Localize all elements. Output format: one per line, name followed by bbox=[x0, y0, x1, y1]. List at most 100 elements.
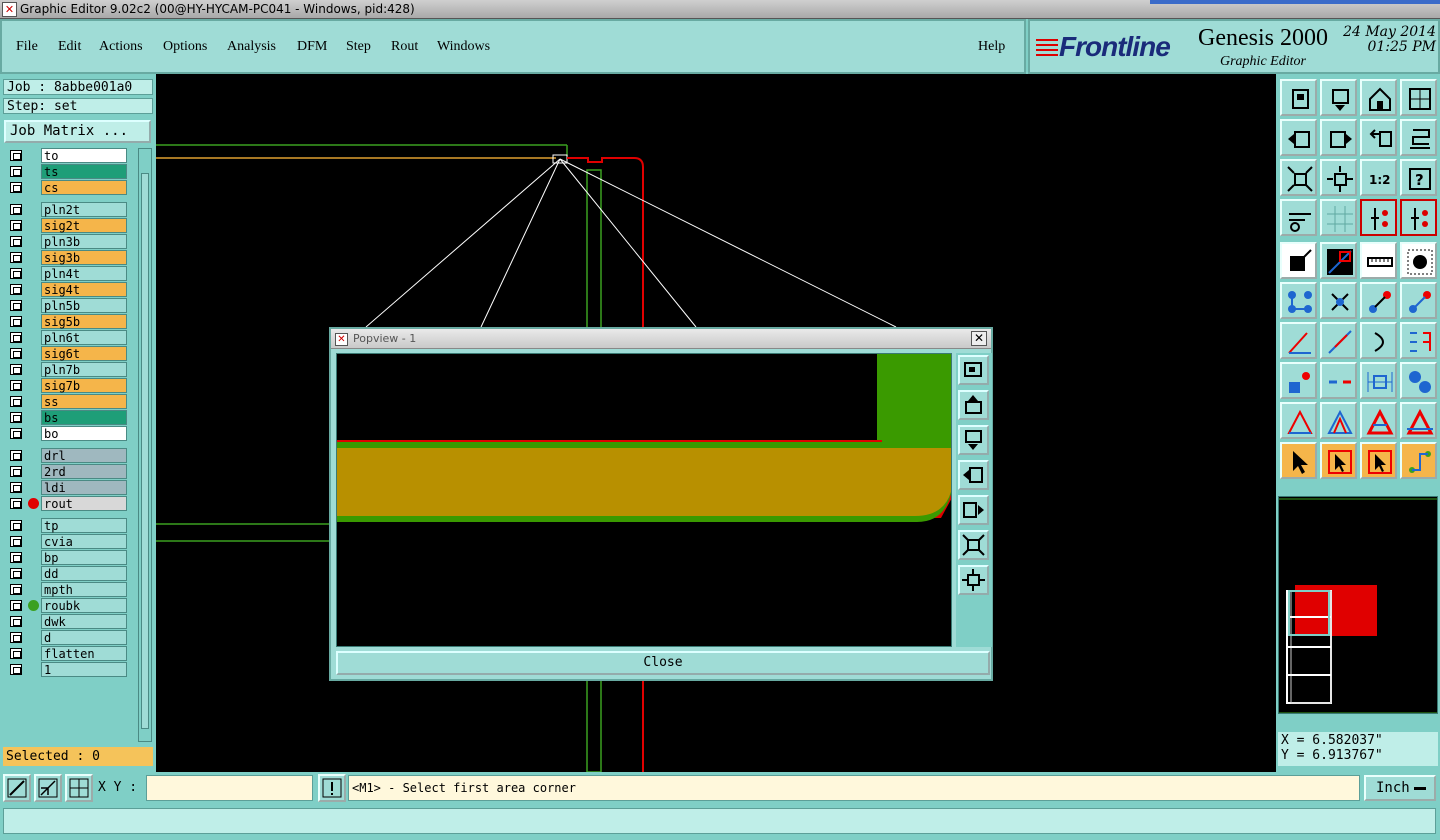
layer-checkbox[interactable] bbox=[10, 482, 22, 493]
split-line-button[interactable] bbox=[1320, 362, 1357, 399]
layer-row-sig3b[interactable]: sig3b bbox=[4, 250, 128, 265]
layer-checkbox[interactable] bbox=[10, 584, 22, 595]
scrollbar-thumb[interactable] bbox=[141, 173, 149, 729]
layer-name[interactable]: bp bbox=[41, 550, 127, 565]
layer-name[interactable]: pln5b bbox=[41, 298, 127, 313]
move-button[interactable] bbox=[1360, 282, 1397, 319]
layer-row-ts[interactable]: ts bbox=[4, 164, 128, 179]
layer-name[interactable]: 1 bbox=[41, 662, 127, 677]
zoom-in-button[interactable] bbox=[1320, 159, 1357, 196]
grid-button[interactable] bbox=[1320, 199, 1357, 236]
menu-help[interactable]: Help bbox=[978, 39, 1005, 55]
ruler-button[interactable] bbox=[1360, 242, 1397, 279]
layer-name[interactable]: pln2t bbox=[41, 202, 127, 217]
layer-checkbox[interactable] bbox=[10, 364, 22, 375]
layer-checkbox[interactable] bbox=[10, 616, 22, 627]
layer-row-to[interactable]: to bbox=[4, 148, 128, 163]
menu-windows[interactable]: Windows bbox=[437, 39, 490, 55]
layer-row-2rd[interactable]: 2rd bbox=[4, 464, 128, 479]
layer-row-sig4t[interactable]: sig4t bbox=[4, 282, 128, 297]
layer-row-1[interactable]: 1 bbox=[4, 662, 128, 677]
layer-name[interactable]: sig3b bbox=[41, 250, 127, 265]
layer-checkbox[interactable] bbox=[10, 412, 22, 423]
pick-color-button[interactable] bbox=[1280, 242, 1317, 279]
layer-name[interactable]: pln3b bbox=[41, 234, 127, 249]
menu-actions[interactable]: Actions bbox=[99, 39, 143, 55]
job-matrix-button[interactable]: Job Matrix ... bbox=[4, 120, 151, 143]
layer-row-pln3b[interactable]: pln3b bbox=[4, 234, 128, 249]
unit-selector[interactable]: Inch bbox=[1364, 775, 1436, 801]
layer-checkbox[interactable] bbox=[10, 166, 22, 177]
layer-name[interactable]: sig6t bbox=[41, 346, 127, 361]
layer-name[interactable]: flatten bbox=[41, 646, 127, 661]
layer-checkbox[interactable] bbox=[10, 664, 22, 675]
menu-analysis[interactable]: Analysis bbox=[227, 39, 276, 55]
layer-name[interactable]: cvia bbox=[41, 534, 127, 549]
layer-name[interactable]: ts bbox=[41, 164, 127, 179]
copy-button[interactable] bbox=[1400, 282, 1437, 319]
layer-row-mpth[interactable]: mpth bbox=[4, 582, 128, 597]
layer-row-roubk[interactable]: roubk bbox=[4, 598, 128, 613]
popview-zoom-in-button[interactable] bbox=[958, 565, 989, 595]
pan-left-button[interactable] bbox=[1280, 119, 1317, 156]
layer-row-cvia[interactable]: cvia bbox=[4, 534, 128, 549]
menu-rout[interactable]: Rout bbox=[391, 39, 418, 55]
layer-row-drl[interactable]: drl bbox=[4, 448, 128, 463]
layer-name[interactable]: sig5b bbox=[41, 314, 127, 329]
measure-gap-button[interactable] bbox=[1360, 362, 1397, 399]
pan-right-button[interactable] bbox=[1320, 119, 1357, 156]
split-view-button[interactable] bbox=[1400, 79, 1437, 116]
menu-file[interactable]: File bbox=[16, 39, 38, 55]
add-line-button[interactable] bbox=[1280, 282, 1317, 319]
triangle-a-button[interactable] bbox=[1280, 402, 1317, 439]
layer-checkbox[interactable] bbox=[10, 428, 22, 439]
popview-close-button[interactable]: Close bbox=[336, 651, 990, 675]
layer-row-flatten[interactable]: flatten bbox=[4, 646, 128, 661]
layer-row-dd[interactable]: dd bbox=[4, 566, 128, 581]
layer-checkbox[interactable] bbox=[10, 182, 22, 193]
layer-checkbox[interactable] bbox=[10, 632, 22, 643]
layer-name[interactable]: drl bbox=[41, 448, 127, 463]
measure-mode-button[interactable] bbox=[34, 774, 62, 802]
layer-checkbox[interactable] bbox=[10, 450, 22, 461]
layer-checkbox[interactable] bbox=[10, 396, 22, 407]
zoom-down-button[interactable] bbox=[1320, 79, 1357, 116]
layer-row-bp[interactable]: bp bbox=[4, 550, 128, 565]
layer-checkbox[interactable] bbox=[10, 252, 22, 263]
redraw-button[interactable] bbox=[1400, 119, 1437, 156]
layer-checkbox[interactable] bbox=[10, 600, 22, 611]
popview-titlebar[interactable]: ✕ Popview - 1 ✕ bbox=[331, 329, 991, 349]
layer-name[interactable]: d bbox=[41, 630, 127, 645]
layer-checkbox[interactable] bbox=[10, 284, 22, 295]
layer-name[interactable]: dd bbox=[41, 566, 127, 581]
layer-compare-button[interactable] bbox=[1360, 199, 1397, 236]
select-net-button[interactable] bbox=[1400, 442, 1437, 479]
layer-checkbox[interactable] bbox=[10, 316, 22, 327]
app-icon[interactable]: ✕ bbox=[2, 2, 17, 17]
layer-row-cs[interactable]: cs bbox=[4, 180, 128, 195]
layer-checkbox[interactable] bbox=[10, 220, 22, 231]
layer-row-bo[interactable]: bo bbox=[4, 426, 128, 441]
select-area-button[interactable] bbox=[1360, 442, 1397, 479]
layer-checkbox[interactable] bbox=[10, 466, 22, 477]
layer-name[interactable]: pln7b bbox=[41, 362, 127, 377]
layer-name[interactable]: 2rd bbox=[41, 464, 127, 479]
layer-name[interactable]: bo bbox=[41, 426, 127, 441]
layer-row-ldi[interactable]: ldi bbox=[4, 480, 128, 495]
layer-row-sig2t[interactable]: sig2t bbox=[4, 218, 128, 233]
display-mode-button[interactable] bbox=[1320, 242, 1357, 279]
layer-name[interactable]: pln4t bbox=[41, 266, 127, 281]
select-pad-button[interactable] bbox=[1400, 242, 1437, 279]
layer-checkbox[interactable] bbox=[10, 236, 22, 247]
layer-row-sig7b[interactable]: sig7b bbox=[4, 378, 128, 393]
layer-compare-2-button[interactable] bbox=[1400, 199, 1437, 236]
undo-view-button[interactable] bbox=[1360, 119, 1397, 156]
layer-checkbox[interactable] bbox=[10, 348, 22, 359]
line-draw-button[interactable] bbox=[1320, 322, 1357, 359]
arc-button[interactable] bbox=[1360, 322, 1397, 359]
popview-pan-down-button[interactable] bbox=[958, 425, 989, 455]
layer-name[interactable]: sig4t bbox=[41, 282, 127, 297]
overview-map[interactable] bbox=[1278, 496, 1438, 714]
layer-row-pln2t[interactable]: pln2t bbox=[4, 202, 128, 217]
layer-name[interactable]: to bbox=[41, 148, 127, 163]
